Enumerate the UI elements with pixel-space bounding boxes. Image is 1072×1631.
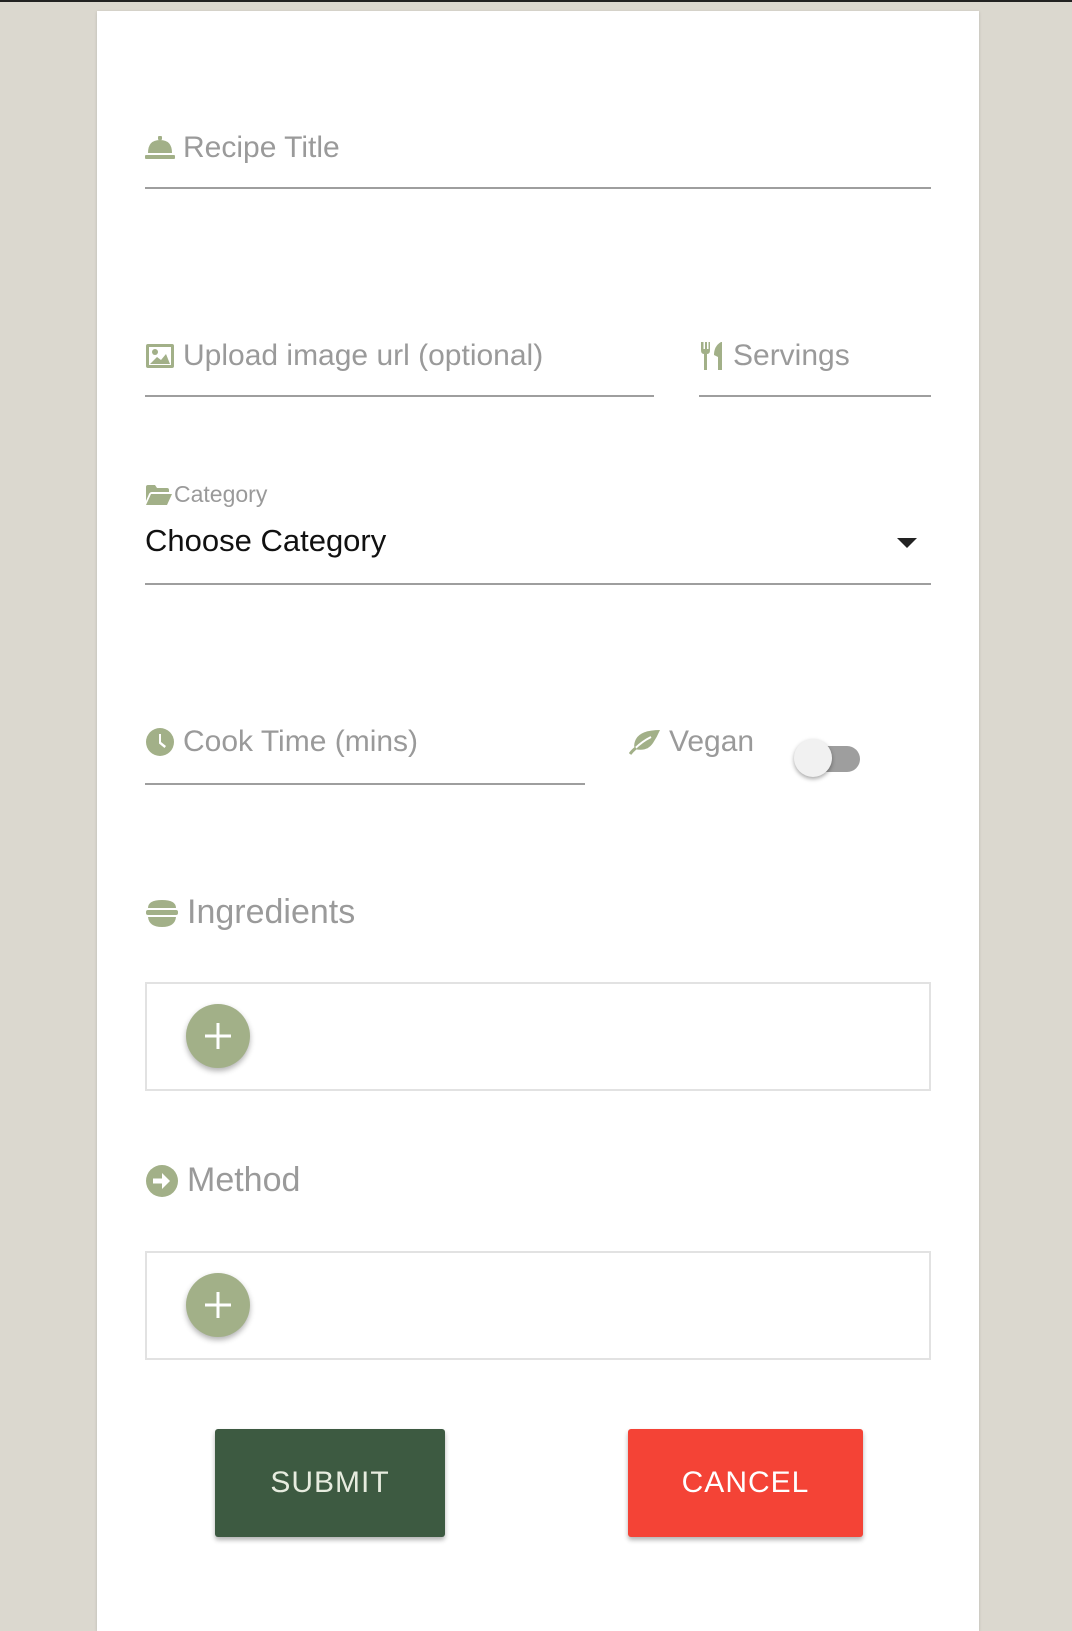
category-label: Category <box>174 481 268 507</box>
chevron-down-icon <box>897 538 917 548</box>
recipe-title-field[interactable]: Recipe Title <box>145 131 931 189</box>
cancel-button-label: CANCEL <box>681 1466 810 1499</box>
add-method-step-button[interactable] <box>186 1273 250 1337</box>
servings-field[interactable]: Servings <box>699 339 931 397</box>
servings-label: Servings <box>733 339 850 372</box>
recipe-form-card: Recipe Title Upload image url (optional) <box>97 11 979 1631</box>
vegan-label: Vegan <box>669 725 755 758</box>
vegan-toggle-knob <box>794 739 832 777</box>
category-select[interactable]: Choose Category <box>145 517 931 585</box>
category-select-value: Choose Category <box>145 523 387 558</box>
servings-label-row: Servings <box>699 339 850 373</box>
cook-time-label-row: Cook Time (mins) <box>145 725 418 759</box>
bell-icon <box>145 135 175 161</box>
ingredients-title: Ingredients <box>187 893 356 931</box>
method-heading: Method <box>145 1161 300 1200</box>
cook-time-field[interactable]: Cook Time (mins) <box>145 725 585 785</box>
cancel-button[interactable]: CANCEL <box>628 1429 863 1537</box>
plus-icon <box>205 1023 231 1049</box>
category-label-row: Category <box>145 481 267 508</box>
clock-icon <box>145 727 175 757</box>
image-url-field[interactable]: Upload image url (optional) <box>145 339 654 397</box>
image-url-label: Upload image url (optional) <box>183 339 544 372</box>
plus-icon <box>205 1292 231 1318</box>
ingredients-heading: Ingredients <box>145 893 355 932</box>
arrow-circle-right-icon <box>145 1164 179 1198</box>
utensils-icon <box>699 341 727 371</box>
submit-button[interactable]: SUBMIT <box>215 1429 445 1537</box>
submit-button-label: SUBMIT <box>270 1466 390 1499</box>
vegan-label-row: Vegan <box>629 725 754 759</box>
recipe-title-label-row: Recipe Title <box>145 131 340 165</box>
folder-open-icon <box>145 484 173 506</box>
image-icon <box>145 343 175 369</box>
vegan-toggle[interactable] <box>794 738 866 778</box>
bowl-icon <box>145 898 179 928</box>
cook-time-label: Cook Time (mins) <box>183 725 419 758</box>
ingredients-list <box>145 982 931 1091</box>
method-title: Method <box>187 1161 301 1199</box>
recipe-title-label: Recipe Title <box>183 131 340 164</box>
leaf-icon <box>629 729 661 755</box>
add-ingredient-button[interactable] <box>186 1004 250 1068</box>
image-url-label-row: Upload image url (optional) <box>145 339 543 373</box>
method-list <box>145 1251 931 1360</box>
